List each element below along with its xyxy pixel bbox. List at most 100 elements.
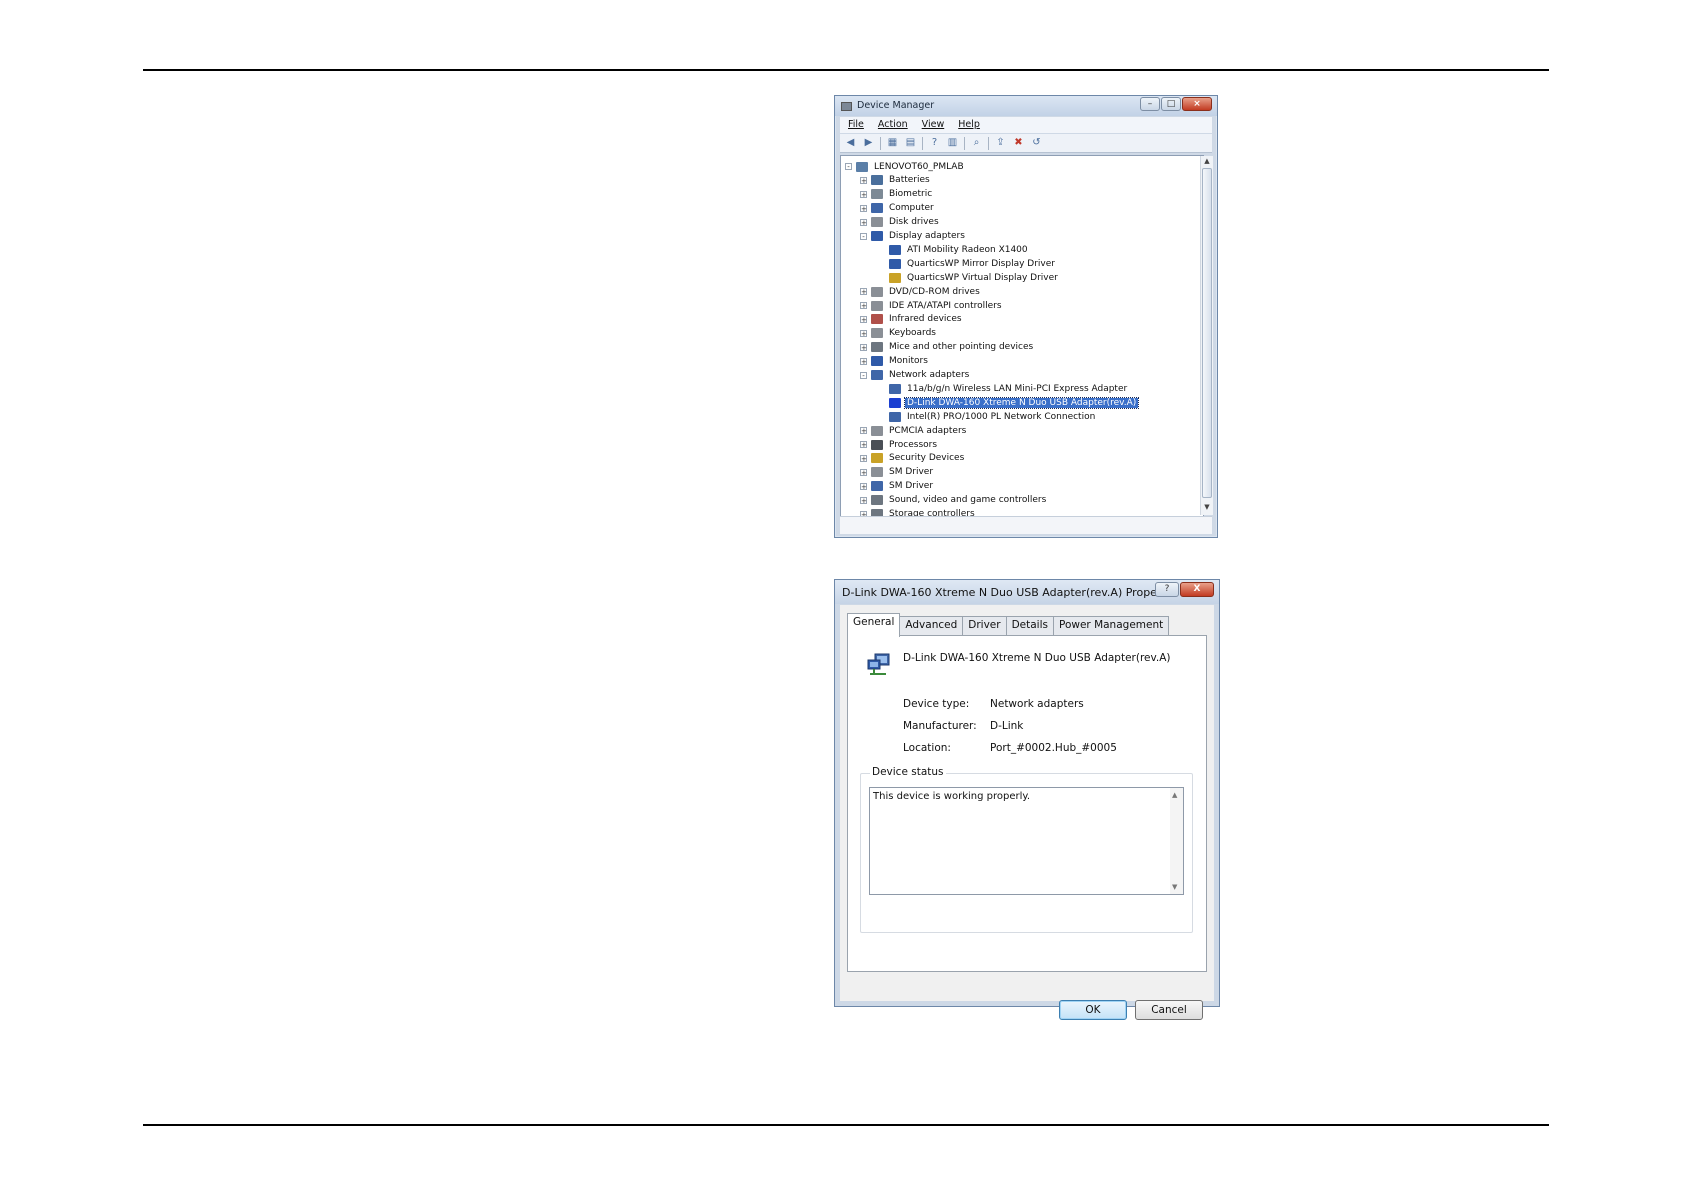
tree-node[interactable]: + IDE ATA/ATAPI controllers xyxy=(860,299,1004,312)
menu-file[interactable]: File xyxy=(848,119,864,133)
expand-icon[interactable]: + xyxy=(860,454,867,462)
tab-general[interactable]: General xyxy=(847,613,901,637)
forward-icon[interactable]: ▶ xyxy=(862,137,875,149)
tree-node[interactable]: + Disk drives xyxy=(860,216,941,229)
help-icon[interactable]: ? xyxy=(928,137,941,149)
scroll-down-icon[interactable]: ▼ xyxy=(1172,883,1177,891)
tree-node[interactable]: + SM Driver xyxy=(860,480,935,493)
show-hide-tree-icon[interactable]: ▦ xyxy=(886,137,899,149)
update-driver-icon[interactable]: ⇪ xyxy=(994,137,1007,149)
menu-view[interactable]: View xyxy=(922,119,945,133)
tree-node[interactable]: D-Link DWA-160 Xtreme N Duo USB Adapter(… xyxy=(889,396,1140,409)
tree-node[interactable]: - Network adapters xyxy=(860,369,971,382)
tree-node[interactable]: + Keyboards xyxy=(860,327,938,340)
tree-node[interactable]: + Processors xyxy=(860,438,939,451)
tree-node[interactable]: QuarticsWP Mirror Display Driver xyxy=(889,257,1057,270)
tree-node[interactable]: + Computer xyxy=(860,202,936,215)
scroll-thumb[interactable] xyxy=(1202,168,1212,498)
uninstall-icon[interactable]: ✖ xyxy=(1012,137,1025,149)
view-icon[interactable]: ▥ xyxy=(946,137,959,149)
close-button[interactable]: × xyxy=(1182,97,1212,111)
tree-node-label: DVD/CD-ROM drives xyxy=(889,286,980,297)
cancel-button[interactable]: Cancel xyxy=(1135,1000,1203,1020)
expand-icon[interactable]: + xyxy=(860,302,867,310)
title-bar: Device Manager – □ × xyxy=(835,96,1217,116)
location-value: Port_#0002.Hub_#0005 xyxy=(990,742,1117,754)
tree-node[interactable]: - LENOVOT60_PMLAB xyxy=(845,160,966,173)
help-button[interactable]: ? xyxy=(1155,582,1179,597)
status-scrollbar[interactable]: ▲ ▼ xyxy=(1170,788,1183,894)
expand-icon[interactable]: + xyxy=(860,329,867,337)
tree-node[interactable]: + DVD/CD-ROM drives xyxy=(860,285,982,298)
properties-icon[interactable]: ▤ xyxy=(904,137,917,149)
tree-node[interactable]: + SM Driver xyxy=(860,466,935,479)
collapse-icon[interactable]: - xyxy=(860,371,867,379)
device-status-label: Device status xyxy=(870,766,946,778)
tree-node[interactable]: + Security Devices xyxy=(860,452,966,465)
expand-icon[interactable]: + xyxy=(860,482,867,490)
scan-hardware-icon[interactable]: ⌕ xyxy=(970,137,983,149)
tree-node-label: IDE ATA/ATAPI controllers xyxy=(889,300,1002,311)
tree-node[interactable]: + Biometric xyxy=(860,188,934,201)
tree-node[interactable]: - Display adapters xyxy=(860,230,967,243)
tree-node[interactable]: + Batteries xyxy=(860,174,932,187)
infrared-icon xyxy=(871,314,883,325)
controller-icon xyxy=(871,300,883,311)
scroll-up-icon[interactable]: ▲ xyxy=(1172,791,1177,799)
back-icon[interactable]: ◀ xyxy=(844,137,857,149)
expand-icon[interactable]: + xyxy=(860,343,867,351)
network-icon xyxy=(889,383,901,394)
tree-node[interactable]: 11a/b/g/n Wireless LAN Mini-PCI Express … xyxy=(889,382,1129,395)
expand-icon[interactable]: + xyxy=(860,315,867,323)
tree-node[interactable]: QuarticsWP Virtual Display Driver xyxy=(889,271,1060,284)
dialog-title-bar: D-Link DWA-160 Xtreme N Duo USB Adapter(… xyxy=(835,580,1219,604)
expand-icon[interactable]: + xyxy=(860,441,867,449)
tree-node-label: QuarticsWP Mirror Display Driver xyxy=(907,258,1055,269)
top-rule xyxy=(143,69,1549,71)
tree-node[interactable]: + PCMCIA adapters xyxy=(860,424,968,437)
network-icon xyxy=(889,411,901,422)
expand-icon[interactable]: + xyxy=(860,176,867,184)
menu-action[interactable]: Action xyxy=(878,119,908,133)
expand-icon[interactable]: + xyxy=(860,288,867,296)
minimize-button[interactable]: – xyxy=(1140,97,1160,111)
scroll-down-icon[interactable]: ▼ xyxy=(1201,503,1213,514)
expand-icon[interactable]: + xyxy=(860,357,867,365)
collapse-icon[interactable]: - xyxy=(860,232,867,240)
device-status-textbox[interactable]: This device is working properly. ▲ ▼ xyxy=(869,787,1184,895)
tree-node[interactable]: + Monitors xyxy=(860,355,930,368)
expand-icon[interactable]: + xyxy=(860,468,867,476)
general-panel: D-Link DWA-160 Xtreme N Duo USB Adapter(… xyxy=(847,635,1207,972)
expand-icon[interactable]: + xyxy=(860,190,867,198)
dialog-close-button[interactable]: X xyxy=(1180,582,1214,597)
maximize-button[interactable]: □ xyxy=(1161,97,1181,111)
tree-node[interactable]: + Infrared devices xyxy=(860,313,964,326)
tab-advanced[interactable]: Advanced xyxy=(899,616,964,636)
toolbar-separator xyxy=(988,136,989,150)
expand-icon[interactable]: + xyxy=(860,496,867,504)
disk-icon xyxy=(871,217,883,228)
tree-node-label: SM Driver xyxy=(889,481,934,492)
tab-driver[interactable]: Driver xyxy=(962,616,1007,636)
rollback-icon[interactable]: ↺ xyxy=(1030,137,1043,149)
tree-node-label: Display adapters xyxy=(889,231,965,241)
display-icon xyxy=(889,258,901,269)
expand-icon[interactable]: + xyxy=(860,427,867,435)
expand-icon[interactable]: + xyxy=(860,218,867,226)
tree-node[interactable]: + Mice and other pointing devices xyxy=(860,341,1035,354)
device-tree[interactable]: - LENOVOT60_PMLAB + Batteries + Biometric + Com… xyxy=(840,155,1204,517)
tree-node-label: Mice and other pointing devices xyxy=(889,342,1034,353)
location-label: Location: xyxy=(903,742,951,754)
tree-node[interactable]: + Sound, video and game controllers xyxy=(860,494,1048,507)
menu-help[interactable]: Help xyxy=(958,119,980,133)
ok-button[interactable]: OK xyxy=(1059,1000,1127,1020)
tree-scrollbar[interactable]: ▲ ▼ xyxy=(1200,156,1213,515)
tree-node[interactable]: ATI Mobility Radeon X1400 xyxy=(889,243,1030,256)
expand-icon[interactable]: + xyxy=(860,204,867,212)
scroll-up-icon[interactable]: ▲ xyxy=(1201,157,1213,168)
tab-details[interactable]: Details xyxy=(1005,616,1054,636)
tab-power-management[interactable]: Power Management xyxy=(1052,616,1170,636)
tree-node-label: Infrared devices xyxy=(889,314,962,325)
tree-node[interactable]: Intel(R) PRO/1000 PL Network Connection xyxy=(889,410,1097,423)
collapse-icon[interactable]: - xyxy=(845,163,852,171)
